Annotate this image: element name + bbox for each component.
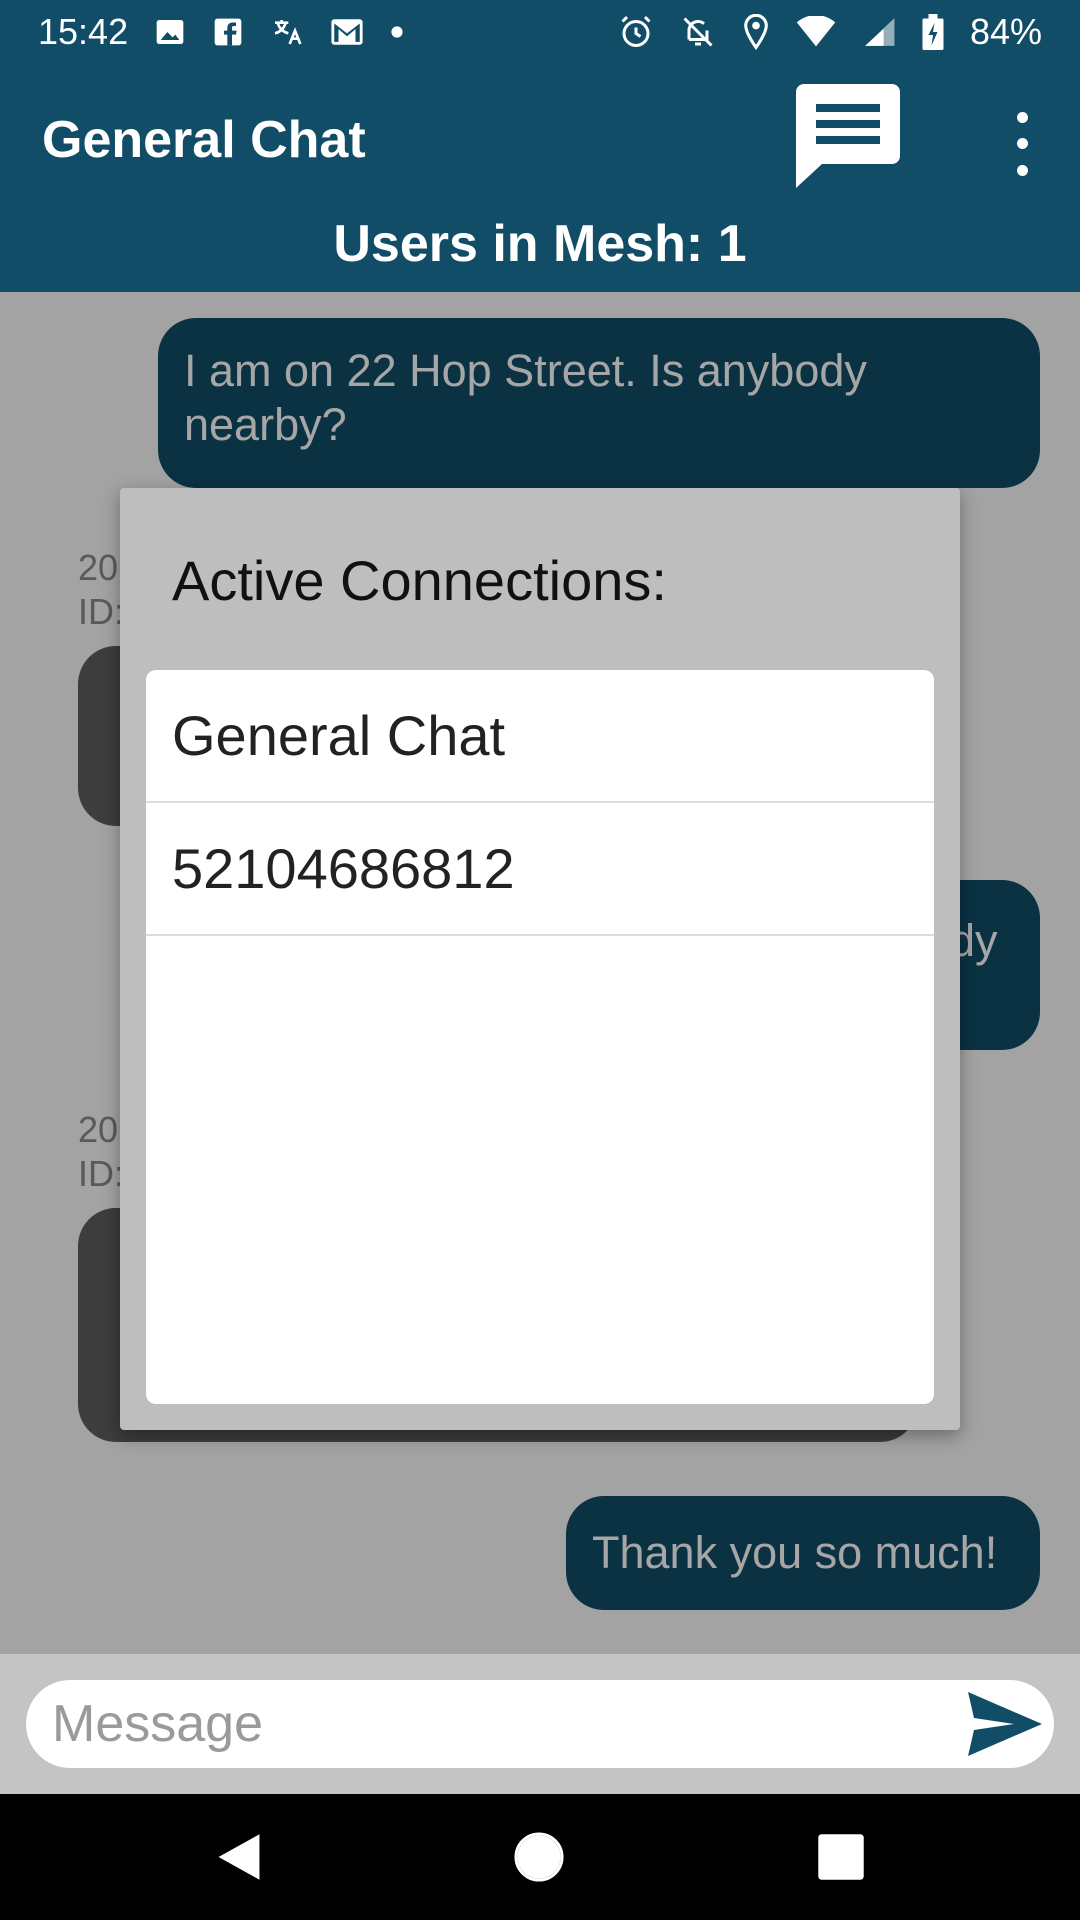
mesh-status: Users in Mesh: 1 bbox=[333, 215, 747, 273]
status-time: 15:42 bbox=[38, 11, 129, 52]
send-button[interactable] bbox=[968, 1692, 1042, 1756]
status-left: 15:42 bbox=[38, 11, 404, 53]
connections-list: General Chat 52104686812 bbox=[146, 670, 934, 1404]
input-bar bbox=[0, 1654, 1080, 1794]
status-bar: 15:42 84% bbox=[0, 0, 1080, 64]
home-icon[interactable] bbox=[514, 1832, 564, 1882]
facebook-icon bbox=[214, 18, 242, 46]
dot-icon bbox=[391, 26, 403, 38]
translate-icon bbox=[274, 20, 302, 45]
connection-item[interactable]: 52104686812 bbox=[146, 803, 934, 936]
chat-button[interactable] bbox=[796, 84, 900, 188]
more-vert-icon[interactable] bbox=[1002, 104, 1042, 184]
signal-icon bbox=[865, 18, 895, 46]
location-icon bbox=[744, 14, 768, 50]
chat-bubble-icon bbox=[796, 84, 900, 188]
navigation-bar bbox=[0, 1794, 1080, 1920]
connection-label: General Chat bbox=[172, 704, 506, 767]
send-icon bbox=[968, 1692, 1042, 1756]
connection-item[interactable]: General Chat bbox=[146, 670, 934, 803]
status-right: 84% bbox=[618, 11, 1042, 53]
app-bar: General Chat Users in Mesh: 1 bbox=[0, 64, 1080, 292]
alarm-icon bbox=[621, 15, 651, 47]
battery-percent: 84% bbox=[969, 11, 1042, 52]
recents-icon[interactable] bbox=[816, 1832, 866, 1882]
mute-icon bbox=[683, 17, 713, 47]
message-input[interactable] bbox=[26, 1680, 1054, 1768]
active-connections-dialog: Active Connections: General Chat 5210468… bbox=[120, 488, 960, 1430]
image-icon bbox=[156, 20, 184, 44]
connection-label: 52104686812 bbox=[172, 837, 515, 900]
back-icon[interactable] bbox=[214, 1832, 264, 1882]
gmail-icon bbox=[331, 19, 363, 45]
battery-charging-icon bbox=[922, 14, 944, 50]
dialog-title: Active Connections: bbox=[172, 549, 667, 612]
wifi-icon bbox=[796, 16, 836, 47]
screen: 15:42 84% General Chat Users in Mesh: 1 … bbox=[0, 0, 1080, 1920]
app-title: General Chat bbox=[42, 111, 366, 169]
